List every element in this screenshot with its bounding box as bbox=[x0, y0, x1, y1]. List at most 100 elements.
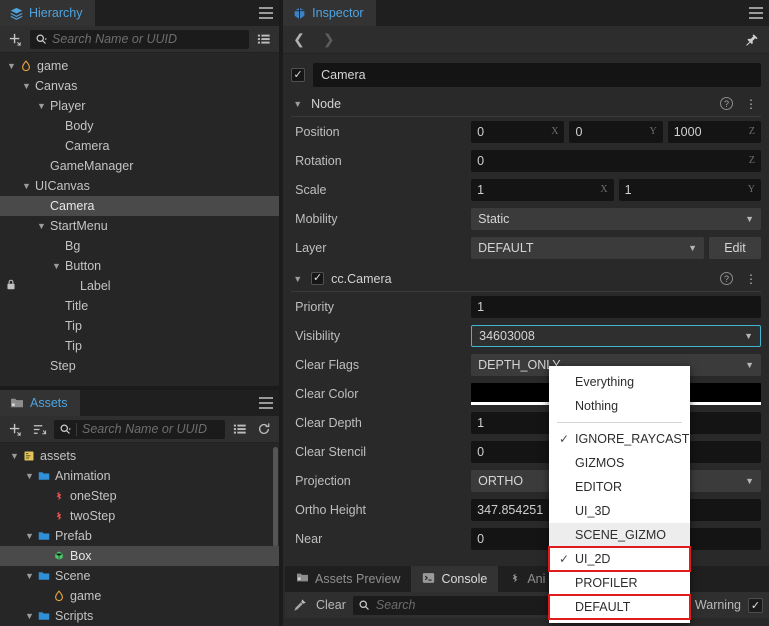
tree-row[interactable]: Step bbox=[0, 356, 279, 376]
tree-row[interactable]: Tip bbox=[0, 316, 279, 336]
chevron-down-icon[interactable]: ▼ bbox=[20, 81, 33, 91]
node-name-input[interactable]: Camera bbox=[313, 63, 761, 87]
tree-row[interactable]: Camera bbox=[0, 196, 279, 216]
dropdown-item[interactable]: ✓UI_2D bbox=[549, 547, 690, 571]
tree-row[interactable]: ▼UICanvas bbox=[0, 176, 279, 196]
console-clear-button[interactable]: Clear bbox=[316, 598, 346, 612]
dropdown-item[interactable]: SCENE_GIZMO bbox=[549, 523, 690, 547]
tree-row[interactable]: oneStep bbox=[0, 486, 279, 506]
tree-row[interactable]: ▼Animation bbox=[0, 466, 279, 486]
console-warning-checkbox[interactable]: ✓ bbox=[748, 598, 763, 613]
scale-y-input[interactable]: 1 Y bbox=[619, 179, 761, 201]
dropdown-item[interactable]: PROFILER bbox=[549, 571, 690, 595]
help-icon[interactable]: ? bbox=[720, 272, 733, 285]
tree-row[interactable]: Body bbox=[0, 116, 279, 136]
add-node-icon[interactable] bbox=[6, 30, 24, 48]
chevron-down-icon[interactable]: ▼ bbox=[5, 61, 18, 71]
list-view-icon[interactable] bbox=[231, 420, 249, 438]
dropdown-item[interactable]: Everything bbox=[549, 370, 690, 394]
tree-row[interactable]: Box bbox=[0, 546, 279, 566]
layer-edit-button[interactable]: Edit bbox=[709, 237, 761, 259]
dropdown-item[interactable]: ✓IGNORE_RAYCAST bbox=[549, 427, 690, 451]
chevron-down-icon[interactable]: ▼ bbox=[291, 99, 304, 109]
tree-row[interactable]: ▼assets bbox=[0, 446, 279, 466]
tree-row[interactable]: Camera bbox=[0, 136, 279, 156]
assets-tree[interactable]: ▼assets▼AnimationoneSteptwoStep▼PrefabBo… bbox=[0, 443, 279, 626]
visibility-select[interactable]: 34603008 ▼ bbox=[471, 325, 761, 347]
position-y-input[interactable]: 0 Y bbox=[569, 121, 662, 143]
node-enabled-checkbox[interactable]: ✓ bbox=[291, 68, 305, 82]
dropdown-item[interactable]: DEFAULT bbox=[549, 595, 690, 619]
tab-assets[interactable]: Assets bbox=[0, 390, 80, 416]
kebab-icon[interactable]: ⋮ bbox=[745, 276, 757, 282]
sort-icon[interactable] bbox=[30, 420, 48, 438]
chevron-down-icon[interactable]: ▼ bbox=[23, 531, 36, 541]
tree-row[interactable]: ▼Prefab bbox=[0, 526, 279, 546]
refresh-icon[interactable] bbox=[255, 420, 273, 438]
chevron-right-icon[interactable]: ❯ bbox=[323, 31, 335, 48]
tree-row[interactable]: Bg bbox=[0, 236, 279, 256]
chevron-down-icon[interactable]: ▼ bbox=[8, 451, 21, 461]
help-icon[interactable]: ? bbox=[720, 97, 733, 110]
bottom-tab[interactable]: Console bbox=[411, 566, 498, 592]
chevron-down-icon[interactable]: ▼ bbox=[291, 274, 304, 284]
tree-row[interactable]: game bbox=[0, 586, 279, 606]
dropdown-item[interactable]: GIZMOS bbox=[549, 451, 690, 475]
pin-icon[interactable] bbox=[745, 33, 759, 47]
tree-row[interactable]: GameManager bbox=[0, 156, 279, 176]
console-search-input[interactable]: Search bbox=[353, 596, 558, 615]
hamburger-icon[interactable] bbox=[253, 0, 279, 26]
tree-row[interactable]: ▼StartMenu bbox=[0, 216, 279, 236]
mobility-select[interactable]: Static ▼ bbox=[471, 208, 761, 230]
hamburger-icon[interactable] bbox=[743, 0, 769, 26]
tree-row[interactable]: Title bbox=[0, 296, 279, 316]
bottom-tab[interactable]: Ani bbox=[498, 566, 556, 592]
add-asset-icon[interactable] bbox=[6, 420, 24, 438]
tree-row[interactable]: ▼Player bbox=[0, 96, 279, 116]
chevron-down-icon[interactable]: ▼ bbox=[20, 181, 33, 191]
position-x-input[interactable]: 0 X bbox=[471, 121, 564, 143]
bottom-tab[interactable]: Assets Preview bbox=[285, 566, 411, 592]
position-z-input[interactable]: 1000 Z bbox=[668, 121, 761, 143]
tab-hierarchy[interactable]: Hierarchy bbox=[0, 0, 95, 26]
chevron-down-icon[interactable]: ▼ bbox=[35, 101, 48, 111]
tab-inspector[interactable]: Inspector bbox=[283, 0, 375, 26]
lock-icon[interactable] bbox=[6, 279, 16, 293]
dropdown-item[interactable]: Nothing bbox=[549, 394, 690, 418]
tree-row[interactable]: Label bbox=[0, 276, 279, 296]
dropdown-item[interactable]: EDITOR bbox=[549, 475, 690, 499]
rotation-z-input[interactable]: 0 Z bbox=[471, 150, 761, 172]
chevron-down-icon[interactable]: ▼ bbox=[23, 471, 36, 481]
chevron-down-icon[interactable]: ▼ bbox=[23, 571, 36, 581]
tree-row[interactable]: ▼game bbox=[0, 56, 279, 76]
chevron-left-icon[interactable]: ❮ bbox=[293, 31, 305, 48]
tree-row[interactable]: twoStep bbox=[0, 506, 279, 526]
list-view-icon[interactable] bbox=[255, 30, 273, 48]
camera-enabled-checkbox[interactable]: ✓ bbox=[311, 272, 324, 285]
tab-inspector-label: Inspector bbox=[312, 6, 363, 20]
search-input[interactable]: Search Name or UUID bbox=[54, 420, 225, 439]
chevron-down-icon[interactable]: ▼ bbox=[23, 611, 36, 621]
hamburger-icon[interactable] bbox=[253, 390, 279, 416]
node-section-header[interactable]: ▼ Node ? ⋮ bbox=[291, 91, 761, 117]
chevron-down-icon: ▼ bbox=[745, 360, 754, 370]
camera-section-header[interactable]: ▼ ✓ cc.Camera ? ⋮ bbox=[291, 266, 761, 292]
layer-select[interactable]: DEFAULT ▼ bbox=[471, 237, 704, 259]
mobility-label: Mobility bbox=[291, 212, 471, 226]
hierarchy-tree[interactable]: ▼game▼Canvas▼PlayerBodyCameraGameManager… bbox=[0, 53, 279, 386]
tree-row-label: game bbox=[66, 589, 101, 603]
priority-input[interactable]: 1 bbox=[471, 296, 761, 318]
scale-x-input[interactable]: 1 X bbox=[471, 179, 613, 201]
tree-row[interactable]: ▼Scripts bbox=[0, 606, 279, 626]
visibility-dropdown-menu[interactable]: EverythingNothing ✓IGNORE_RAYCASTGIZMOSED… bbox=[549, 366, 690, 623]
broom-icon[interactable] bbox=[291, 596, 309, 614]
kebab-icon[interactable]: ⋮ bbox=[745, 101, 757, 107]
chevron-down-icon[interactable]: ▼ bbox=[50, 261, 63, 271]
chevron-down-icon[interactable]: ▼ bbox=[35, 221, 48, 231]
tree-row[interactable]: Tip bbox=[0, 336, 279, 356]
tree-row[interactable]: ▼Canvas bbox=[0, 76, 279, 96]
tree-row[interactable]: ▼Button bbox=[0, 256, 279, 276]
dropdown-item[interactable]: UI_3D bbox=[549, 499, 690, 523]
tree-row[interactable]: ▼Scene bbox=[0, 566, 279, 586]
search-input[interactable]: Search Name or UUID bbox=[30, 30, 249, 49]
